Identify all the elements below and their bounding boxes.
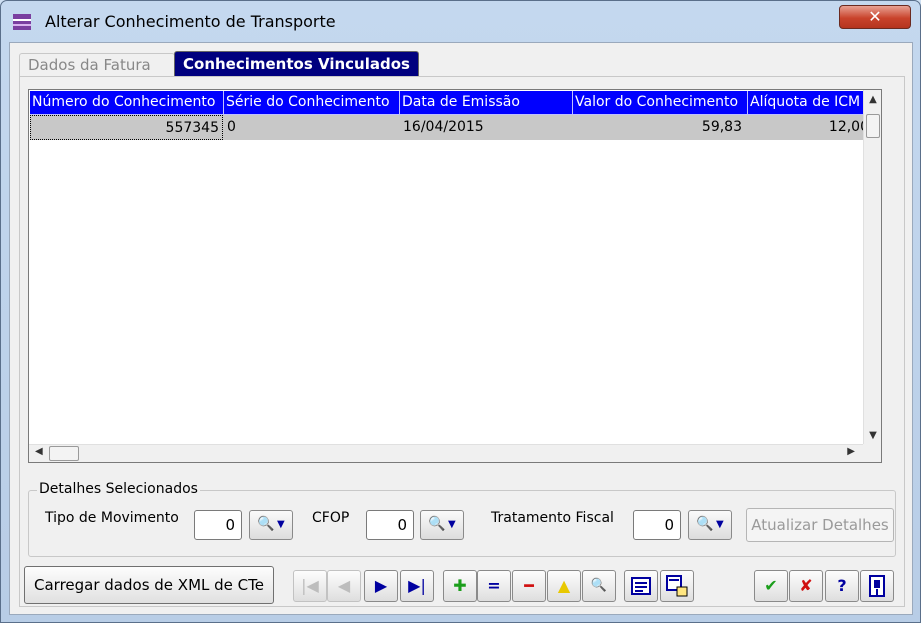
cell-numero[interactable]: 557345 <box>30 115 223 140</box>
dialog-window: Alterar Conhecimento de Transporte ✕ Dad… <box>0 0 921 623</box>
next-record-button[interactable]: ▶ <box>364 570 398 602</box>
search-button[interactable]: 🔍 <box>582 570 616 602</box>
copy-record-button[interactable] <box>660 570 694 602</box>
cancel-button[interactable]: ✘ <box>789 570 823 602</box>
add-record-button[interactable]: ✚ <box>443 570 477 602</box>
exit-button[interactable] <box>860 570 894 602</box>
title-bar[interactable]: Alterar Conhecimento de Transporte ✕ <box>1 1 920 41</box>
vertical-scrollbar[interactable]: ▲ ▼ <box>863 90 881 445</box>
tipo-movimento-input[interactable]: 0 <box>194 510 242 540</box>
tratamento-fiscal-label: Tratamento Fiscal <box>491 510 614 526</box>
chevron-down-icon: ▼ <box>277 519 285 530</box>
conhecimentos-grid[interactable]: Número do Conhecimento Série do Conhecim… <box>28 89 882 463</box>
edit-record-button[interactable]: ▲ <box>547 570 581 602</box>
first-record-button[interactable]: |◀ <box>293 570 327 602</box>
tab-conhecimentos-vinculados[interactable]: Conhecimentos Vinculados <box>174 51 419 77</box>
prev-record-button[interactable]: ◀ <box>327 570 361 602</box>
group-legend: Detalhes Selecionados <box>37 481 200 497</box>
tratamento-fiscal-lookup-button[interactable]: 🔍 ▼ <box>688 510 732 540</box>
form-view-icon <box>631 577 651 595</box>
tipo-movimento-label: Tipo de Movimento <box>45 510 179 526</box>
tipo-movimento-lookup-button[interactable]: 🔍 ▼ <box>249 510 293 540</box>
search-icon: 🔍 <box>696 516 714 532</box>
column-header-numero[interactable]: Número do Conhecimento <box>30 91 224 115</box>
close-button[interactable]: ✕ <box>839 5 911 29</box>
remove-record-button[interactable]: ━ <box>512 570 546 602</box>
vertical-scroll-thumb[interactable] <box>866 114 880 138</box>
chevron-down-icon: ▼ <box>716 519 724 530</box>
equals-button[interactable]: = <box>477 570 511 602</box>
cfop-label: CFOP <box>312 510 350 526</box>
cell-aliquota[interactable]: 12,00 <box>748 115 872 140</box>
search-icon: 🔍 <box>428 516 446 532</box>
tab-dados-da-fatura[interactable]: Dados da Fatura <box>19 53 175 77</box>
form-view-button[interactable] <box>624 570 658 602</box>
scroll-down-icon[interactable]: ▼ <box>864 430 882 441</box>
client-area: Dados da Fatura Conhecimentos Vinculados… <box>9 42 913 615</box>
cell-serie[interactable]: 0 <box>224 115 400 140</box>
column-header-serie[interactable]: Série do Conhecimento <box>224 91 400 115</box>
search-icon: 🔍 <box>257 516 275 532</box>
tab-page: Número do Conhecimento Série do Conhecim… <box>19 76 905 607</box>
cell-data[interactable]: 16/04/2015 <box>400 115 573 140</box>
horizontal-scrollbar[interactable]: ◀ ▶ <box>29 444 865 462</box>
copy-record-icon <box>666 575 688 597</box>
atualizar-detalhes-button[interactable]: Atualizar Detalhes <box>746 508 894 542</box>
column-header-valor[interactable]: Valor do Conhecimento <box>573 91 748 115</box>
column-header-data[interactable]: Data de Emissão <box>400 91 573 115</box>
cfop-lookup-button[interactable]: 🔍 ▼ <box>420 510 464 540</box>
cell-valor[interactable]: 59,83 <box>573 115 745 140</box>
scroll-up-icon[interactable]: ▲ <box>864 94 882 105</box>
horizontal-scroll-thumb[interactable] <box>49 446 79 461</box>
detalhes-groupbox: Detalhes Selecionados Tipo de Movimento … <box>28 481 896 557</box>
ok-button[interactable]: ✔ <box>754 570 788 602</box>
scrollbar-corner <box>863 444 881 462</box>
cfop-input[interactable]: 0 <box>366 510 414 540</box>
help-button[interactable]: ? <box>825 570 859 602</box>
exit-door-icon <box>869 575 885 597</box>
last-record-button[interactable]: ▶| <box>400 570 434 602</box>
scroll-right-icon[interactable]: ▶ <box>847 446 855 457</box>
app-icon <box>12 12 32 32</box>
chevron-down-icon: ▼ <box>448 519 456 530</box>
tratamento-fiscal-input[interactable]: 0 <box>633 510 681 540</box>
column-header-aliquota[interactable]: Alíquota de ICM <box>748 91 873 115</box>
window-title: Alterar Conhecimento de Transporte <box>45 12 336 31</box>
scroll-left-icon[interactable]: ◀ <box>35 446 43 457</box>
table-row[interactable]: 557345 0 16/04/2015 59,83 12,00 <box>30 115 872 140</box>
carregar-xml-button[interactable]: Carregar dados de XML de CTe <box>24 566 274 604</box>
